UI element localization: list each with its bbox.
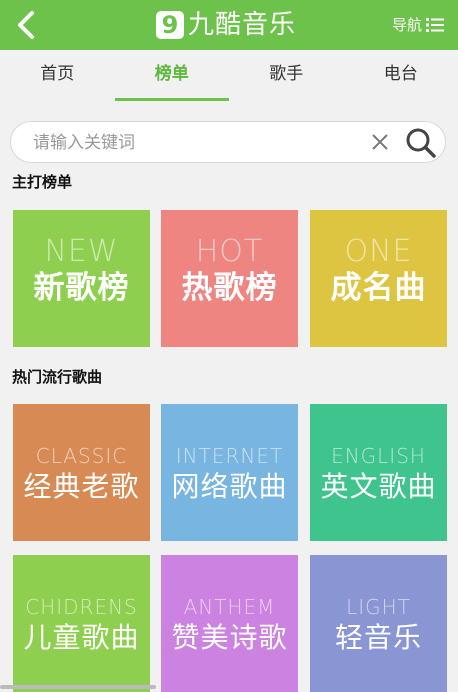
tab-charts[interactable]: 榜单 [115,50,230,100]
tile-en-label: HOT [196,236,264,268]
back-button[interactable] [12,9,44,41]
section-title-main: 主打榜单 [12,171,72,192]
tile-zh-label: 新歌榜 [34,270,130,306]
search-input[interactable] [31,122,355,164]
tile-children[interactable]: CHIDRENS 儿童歌曲 [13,555,150,692]
tile-zh-label: 赞美诗歌 [171,621,287,655]
clear-button[interactable] [369,131,391,153]
tile-en-label: ANTHEM [184,595,276,619]
search-button[interactable] [405,127,437,159]
list-icon [426,18,444,32]
tile-en-label: CLASSIC [36,444,128,468]
top-bar: 9 九酷音乐 导航 [0,0,458,50]
tile-english[interactable]: ENGLISH 英文歌曲 [310,404,447,541]
horizontal-scrollbar[interactable] [0,685,156,689]
tab-bar: 首页 榜单 歌手 电台 [0,50,458,100]
chevron-left-icon [12,9,44,41]
nav-menu-label: 导航 [392,14,422,35]
tile-zh-label: 儿童歌曲 [23,621,139,655]
tile-zh-label: 经典老歌 [23,470,139,504]
tile-zh-label: 轻音乐 [335,621,422,655]
tile-famous-songs[interactable]: ONE 成名曲 [310,210,447,347]
logo-badge: 9 [156,11,184,39]
tile-en-label: CHIDRENS [25,595,138,619]
tile-internet[interactable]: INTERNET 网络歌曲 [161,404,298,541]
tile-zh-label: 成名曲 [331,270,427,306]
tile-light-music[interactable]: LIGHT 轻音乐 [310,555,447,692]
tile-en-label: ONE [344,236,412,268]
tile-zh-label: 热歌榜 [182,270,278,306]
tile-zh-label: 网络歌曲 [171,470,287,504]
tile-en-label: LIGHT [346,595,411,619]
tile-en-label: INTERNET [176,444,283,468]
search-icon [405,127,437,159]
section-title-popular: 热门流行歌曲 [12,366,102,387]
tab-singers[interactable]: 歌手 [229,50,344,100]
tile-new-songs[interactable]: NEW 新歌榜 [13,210,150,347]
tile-classic[interactable]: CLASSIC 经典老歌 [13,404,150,541]
tile-zh-label: 英文歌曲 [320,470,436,504]
tab-radio[interactable]: 电台 [344,50,458,100]
tile-en-label: NEW [44,236,118,268]
close-icon [369,131,391,153]
logo-text: 九酷音乐 [188,12,296,38]
nav-menu-button[interactable]: 导航 [392,14,444,35]
search-bar [10,121,446,163]
tab-home[interactable]: 首页 [0,50,115,100]
tile-en-label: ENGLISH [331,444,426,468]
app-logo[interactable]: 9 九酷音乐 [156,9,296,41]
tile-anthem[interactable]: ANTHEM 赞美诗歌 [161,555,298,692]
tile-hot-songs[interactable]: HOT 热歌榜 [161,210,298,347]
